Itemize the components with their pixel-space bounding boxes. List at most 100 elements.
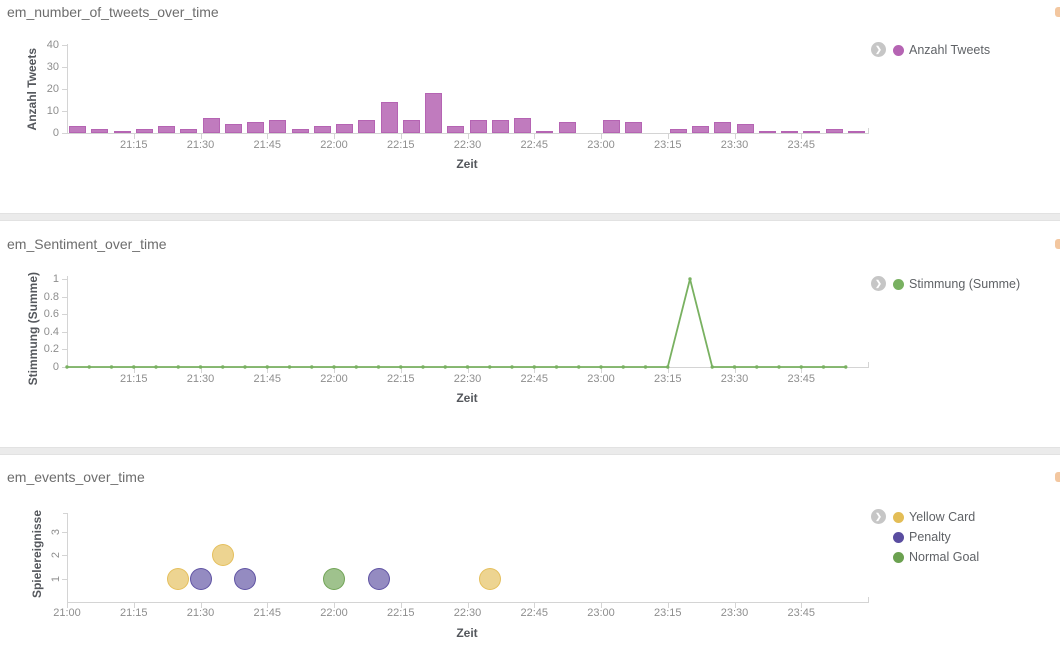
event-point-penalty[interactable] [190, 568, 212, 590]
legend-items: Yellow Card Penalty Normal Goal [893, 507, 979, 567]
legend-toggle-icon[interactable]: ❯ [871, 276, 886, 291]
event-point-yellow-card[interactable] [479, 568, 501, 590]
bar[interactable] [737, 124, 754, 133]
bar[interactable] [136, 129, 153, 133]
legend-toggle-icon[interactable]: ❯ [871, 42, 886, 57]
event-point-penalty[interactable] [368, 568, 390, 590]
bar[interactable] [203, 118, 220, 133]
event-point-normal-goal[interactable] [323, 568, 345, 590]
bar[interactable] [269, 120, 286, 133]
legend-label: Anzahl Tweets [909, 43, 990, 57]
y-axis-line [67, 276, 68, 367]
x-tick-label: 22:45 [512, 139, 556, 151]
y-axis-line [67, 44, 68, 133]
x-tick-label: 22:45 [512, 373, 556, 385]
y-tick-label: 3 [50, 526, 62, 538]
bar[interactable] [447, 126, 464, 133]
bar[interactable] [91, 129, 108, 133]
bar[interactable] [826, 129, 843, 133]
bar[interactable] [536, 131, 553, 133]
legend-toggle-icon[interactable]: ❯ [871, 509, 886, 524]
x-tick-label: 21:15 [112, 607, 156, 619]
x-tick-label: 23:00 [579, 373, 623, 385]
bar[interactable] [358, 120, 375, 133]
x-axis-title: Zeit [427, 157, 507, 171]
bar[interactable] [759, 131, 776, 133]
legend-item[interactable]: Anzahl Tweets [893, 40, 990, 60]
panel-edge-icon[interactable] [1055, 7, 1060, 17]
bar[interactable] [114, 131, 131, 133]
bar[interactable] [470, 120, 487, 133]
legend-label: Stimmung (Summe) [909, 277, 1020, 291]
y-tick [62, 532, 67, 533]
x-tick-label: 21:30 [179, 607, 223, 619]
x-tick-label: 21:15 [112, 139, 156, 151]
legend-dot-icon [893, 532, 904, 543]
x-tick-label: 23:45 [779, 607, 823, 619]
x-tick-label: 22:15 [379, 373, 423, 385]
bar[interactable] [670, 129, 687, 133]
legend-dot-icon [893, 552, 904, 563]
panel-tweets-over-time: em_number_of_tweets_over_time 21:1521:30… [0, 0, 1060, 213]
bar[interactable] [625, 122, 642, 133]
bar[interactable] [714, 122, 731, 133]
y-tick [62, 133, 67, 134]
bar[interactable] [247, 122, 264, 133]
bar[interactable] [425, 93, 442, 133]
legend-item[interactable]: Normal Goal [893, 547, 979, 567]
bar[interactable] [180, 129, 197, 133]
event-point-penalty[interactable] [234, 568, 256, 590]
bar[interactable] [848, 131, 865, 133]
x-axis-end-tick [868, 362, 869, 368]
bar[interactable] [69, 126, 86, 133]
bar[interactable] [603, 120, 620, 133]
x-tick-label: 23:30 [713, 607, 757, 619]
bar[interactable] [292, 129, 309, 133]
y-axis-title-text: Spielereignisse [30, 510, 44, 598]
event-point-yellow-card[interactable] [167, 568, 189, 590]
y-tick-label: 2 [50, 549, 62, 561]
x-tick-label: 23:45 [779, 373, 823, 385]
panel-sentiment-over-time: em_Sentiment_over_time 21:1521:3021:4522… [0, 222, 1060, 447]
event-point-yellow-card[interactable] [212, 544, 234, 566]
bar[interactable] [225, 124, 242, 133]
y-tick [62, 279, 67, 280]
legend-item[interactable]: Stimmung (Summe) [893, 274, 1020, 294]
legend-label: Penalty [909, 530, 951, 544]
panel-divider [0, 447, 1060, 455]
legend-dot-icon [893, 279, 904, 290]
bar[interactable] [692, 126, 709, 133]
bar[interactable] [803, 131, 820, 133]
x-tick-label: 23:00 [579, 139, 623, 151]
bar[interactable] [514, 118, 531, 133]
x-tick-label: 23:30 [713, 139, 757, 151]
y-axis-title: Stimmung (Summe) [25, 267, 41, 385]
x-tick-label: 22:00 [312, 139, 356, 151]
panel-edge-icon[interactable] [1055, 239, 1060, 249]
x-tick-label: 23:15 [646, 373, 690, 385]
y-axis-end-tick [63, 513, 68, 514]
legend-items: Stimmung (Summe) [893, 274, 1020, 294]
legend-item[interactable]: Penalty [893, 527, 979, 547]
y-axis-line [67, 513, 68, 602]
bar[interactable] [336, 124, 353, 133]
x-tick-label: 23:15 [646, 139, 690, 151]
legend-items: Anzahl Tweets [893, 40, 990, 60]
bar[interactable] [492, 120, 509, 133]
panel-title: em_events_over_time [7, 469, 145, 485]
bar[interactable] [403, 120, 420, 133]
bar[interactable] [158, 126, 175, 133]
panel-edge-icon[interactable] [1055, 472, 1060, 482]
bar[interactable] [381, 102, 398, 133]
bar[interactable] [559, 122, 576, 133]
y-tick [62, 349, 67, 350]
x-tick-label: 23:45 [779, 139, 823, 151]
x-tick-label: 22:15 [379, 139, 423, 151]
y-axis-title: Anzahl Tweets [24, 42, 40, 137]
x-tick-label: 22:45 [512, 607, 556, 619]
x-tick-label: 22:30 [446, 373, 490, 385]
x-axis-end-tick [868, 128, 869, 134]
bar[interactable] [314, 126, 331, 133]
bar[interactable] [781, 131, 798, 133]
legend-item[interactable]: Yellow Card [893, 507, 979, 527]
